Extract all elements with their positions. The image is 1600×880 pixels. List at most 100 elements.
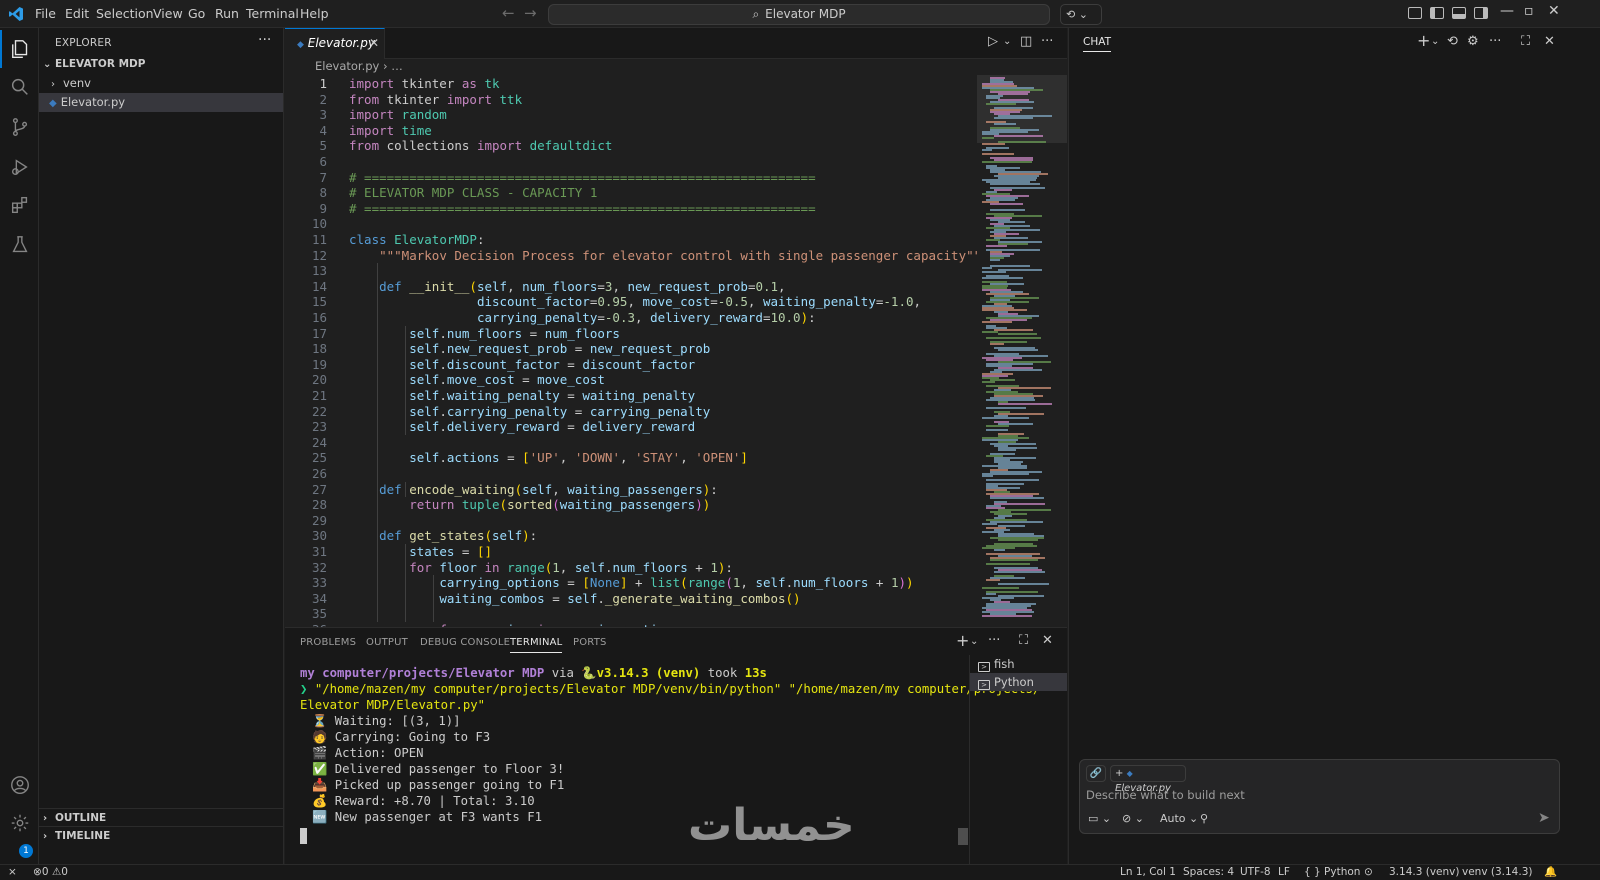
settings-gear-icon[interactable] xyxy=(0,804,39,842)
model-picker[interactable]: Auto ⌄ xyxy=(1160,812,1198,825)
terminal-output[interactable]: my computer/projects/Elevator MDP via 🐍v… xyxy=(300,665,1040,860)
toggle-sidebar-icon[interactable] xyxy=(1430,7,1444,19)
folder-header-elevator-mdp[interactable]: ⌄ ELEVATOR MDP xyxy=(39,55,283,74)
send-icon[interactable]: ➤ xyxy=(1538,810,1550,826)
language-mode[interactable]: { } Python xyxy=(1304,865,1360,880)
tools-icon[interactable]: ⊘ ⌄ xyxy=(1122,812,1144,825)
code-line[interactable]: 27 def encode_waiting(self, waiting_pass… xyxy=(285,482,977,498)
run-debug-icon[interactable] xyxy=(0,148,39,186)
back-arrow-icon[interactable]: ← xyxy=(502,4,515,22)
extensions-icon[interactable] xyxy=(0,186,39,224)
code-line[interactable]: 10 xyxy=(285,216,977,232)
chevron-down-icon[interactable]: ⌄ xyxy=(1431,36,1439,47)
menu-help[interactable]: Help xyxy=(300,6,329,21)
code-line[interactable]: 19 self.discount_factor = discount_facto… xyxy=(285,357,977,373)
code-line[interactable]: 2 from tkinter import ttk xyxy=(285,92,977,108)
breadcrumb-file[interactable]: Elevator.py xyxy=(315,59,379,73)
scrollbar-thumb[interactable] xyxy=(958,828,968,845)
code-editor[interactable]: 1 import tkinter as tk 2 from tkinter impor… xyxy=(285,75,977,627)
code-line[interactable]: 21 self.waiting_penalty = waiting_penalt… xyxy=(285,388,977,404)
minimap[interactable] xyxy=(977,75,1067,627)
more-actions-icon[interactable]: ··· xyxy=(1489,34,1501,49)
code-line[interactable]: 34 waiting_combos = self._generate_waiti… xyxy=(285,591,977,607)
close-window-icon[interactable]: ✕ xyxy=(1548,3,1560,19)
agent-mode-icon[interactable]: ▭ ⌄ xyxy=(1088,812,1111,825)
explorer-icon[interactable] xyxy=(0,30,39,68)
code-line[interactable]: 7 # =====================================… xyxy=(285,170,977,186)
code-line[interactable]: 11 class ElevatorMDP: xyxy=(285,232,977,248)
code-line[interactable]: 20 self.move_cost = move_cost xyxy=(285,372,977,388)
command-center-search[interactable]: ⌕ Elevator MDP xyxy=(548,4,1050,25)
maximize-icon[interactable]: ▫ xyxy=(1524,3,1534,19)
source-control-icon[interactable] xyxy=(0,108,39,146)
terminal-scrollbar[interactable] xyxy=(958,628,968,865)
tree-item-elevator-py[interactable]: ◆ Elevator.py xyxy=(39,93,283,112)
code-line[interactable]: 25 self.actions = ['UP', 'DOWN', 'STAY',… xyxy=(285,450,977,466)
more-actions-icon[interactable]: ··· xyxy=(258,32,271,48)
minimize-icon[interactable]: — xyxy=(1500,3,1514,19)
interpreter-version[interactable]: 3.14.3 (venv) xyxy=(1389,865,1459,880)
split-editor-icon[interactable]: ◫ xyxy=(1020,34,1032,49)
attach-icon[interactable]: 🔗 xyxy=(1086,765,1106,782)
chevron-down-icon[interactable]: ⌄ xyxy=(970,636,978,647)
close-tab-icon[interactable]: ✕ xyxy=(369,29,379,58)
code-line[interactable]: 30 def get_states(self): xyxy=(285,528,977,544)
tab-problems[interactable]: PROBLEMS xyxy=(300,637,356,648)
code-line[interactable]: 33 carrying_options = [None] + list(rang… xyxy=(285,575,977,591)
terminal-item-python[interactable]: > Python xyxy=(970,673,1067,691)
menu-view[interactable]: View xyxy=(153,6,183,21)
code-line[interactable]: 1 import tkinter as tk xyxy=(285,76,977,92)
code-line[interactable]: 3 import random xyxy=(285,107,977,123)
forward-arrow-icon[interactable]: → xyxy=(524,4,537,22)
maximize-icon[interactable]: ⛶ xyxy=(1521,34,1530,49)
tab-output[interactable]: OUTPUT xyxy=(366,637,408,648)
menu-file[interactable]: File xyxy=(35,6,56,21)
code-line[interactable]: 5 from collections import defaultdict xyxy=(285,138,977,154)
new-chat-icon[interactable]: + xyxy=(1417,31,1430,50)
toggle-panel-icon[interactable] xyxy=(1452,7,1466,19)
code-line[interactable]: 32 for floor in range(1, self.num_floors… xyxy=(285,560,977,576)
remote-icon[interactable]: ⨯ xyxy=(8,865,17,880)
problems-status[interactable]: ⊗0 ⚠0 xyxy=(33,865,68,880)
code-line[interactable]: 17 self.num_floors = num_floors xyxy=(285,326,977,342)
code-line[interactable]: 14 def __init__(self, num_floors=3, new_… xyxy=(285,279,977,295)
code-line[interactable]: 16 carrying_penalty=-0.3, delivery_rewar… xyxy=(285,310,977,326)
account-icon[interactable] xyxy=(0,766,39,804)
code-line[interactable]: 28 return tuple(sorted(waiting_passenger… xyxy=(285,497,977,513)
configure-tools-icon[interactable]: ⚲ xyxy=(1200,812,1208,825)
outline-section[interactable]: › OUTLINE xyxy=(39,808,283,827)
more-actions-icon[interactable]: ··· xyxy=(988,633,1000,648)
indentation[interactable]: Spaces: 4 xyxy=(1183,865,1234,880)
chat-input-box[interactable]: 🔗 + ◆ Elevator.py Describe what to build… xyxy=(1079,759,1560,834)
toggle-secondary-sidebar-icon[interactable] xyxy=(1474,7,1488,19)
code-line[interactable]: 6 xyxy=(285,154,977,170)
code-line[interactable]: 4 import time xyxy=(285,123,977,139)
menu-run[interactable]: Run xyxy=(215,6,239,21)
menu-go[interactable]: Go xyxy=(188,6,205,21)
line-ending[interactable]: LF xyxy=(1278,865,1290,880)
run-file-icon[interactable]: ▷ xyxy=(988,34,998,49)
chat-title[interactable]: CHAT xyxy=(1083,36,1112,52)
copilot-button[interactable]: ⟲ ⌄ xyxy=(1060,4,1102,25)
code-line[interactable]: 9 # =====================================… xyxy=(285,201,977,217)
code-line[interactable]: 23 self.delivery_reward = delivery_rewar… xyxy=(285,419,977,435)
menu-selection[interactable]: Selection xyxy=(96,6,154,21)
code-line[interactable]: 12 """Markov Decision Process for elevat… xyxy=(285,248,977,264)
code-line[interactable]: 18 self.new_request_prob = new_request_p… xyxy=(285,341,977,357)
code-line[interactable]: 26 xyxy=(285,466,977,482)
python-environment[interactable]: venv (3.14.3) xyxy=(1462,865,1532,880)
customize-layout-icon[interactable] xyxy=(1408,7,1422,19)
terminal-item-fish[interactable]: > fish xyxy=(970,655,1067,673)
tab-terminal[interactable]: TERMINAL xyxy=(510,637,563,653)
gear-icon[interactable]: ⚙ xyxy=(1467,34,1479,49)
copilot-status-icon[interactable]: ⊙ xyxy=(1364,865,1373,880)
search-icon[interactable] xyxy=(0,68,39,106)
code-line[interactable]: 8 # ELEVATOR MDP CLASS - CAPACITY 1 xyxy=(285,185,977,201)
close-chat-icon[interactable]: ✕ xyxy=(1544,34,1555,49)
code-line[interactable]: 22 self.carrying_penalty = carrying_pena… xyxy=(285,404,977,420)
encoding[interactable]: UTF-8 xyxy=(1240,865,1271,880)
testing-icon[interactable] xyxy=(0,226,39,264)
code-line[interactable]: 13 xyxy=(285,263,977,279)
notifications-icon[interactable]: 🔔 xyxy=(1544,865,1557,880)
close-panel-icon[interactable]: ✕ xyxy=(1042,633,1053,648)
